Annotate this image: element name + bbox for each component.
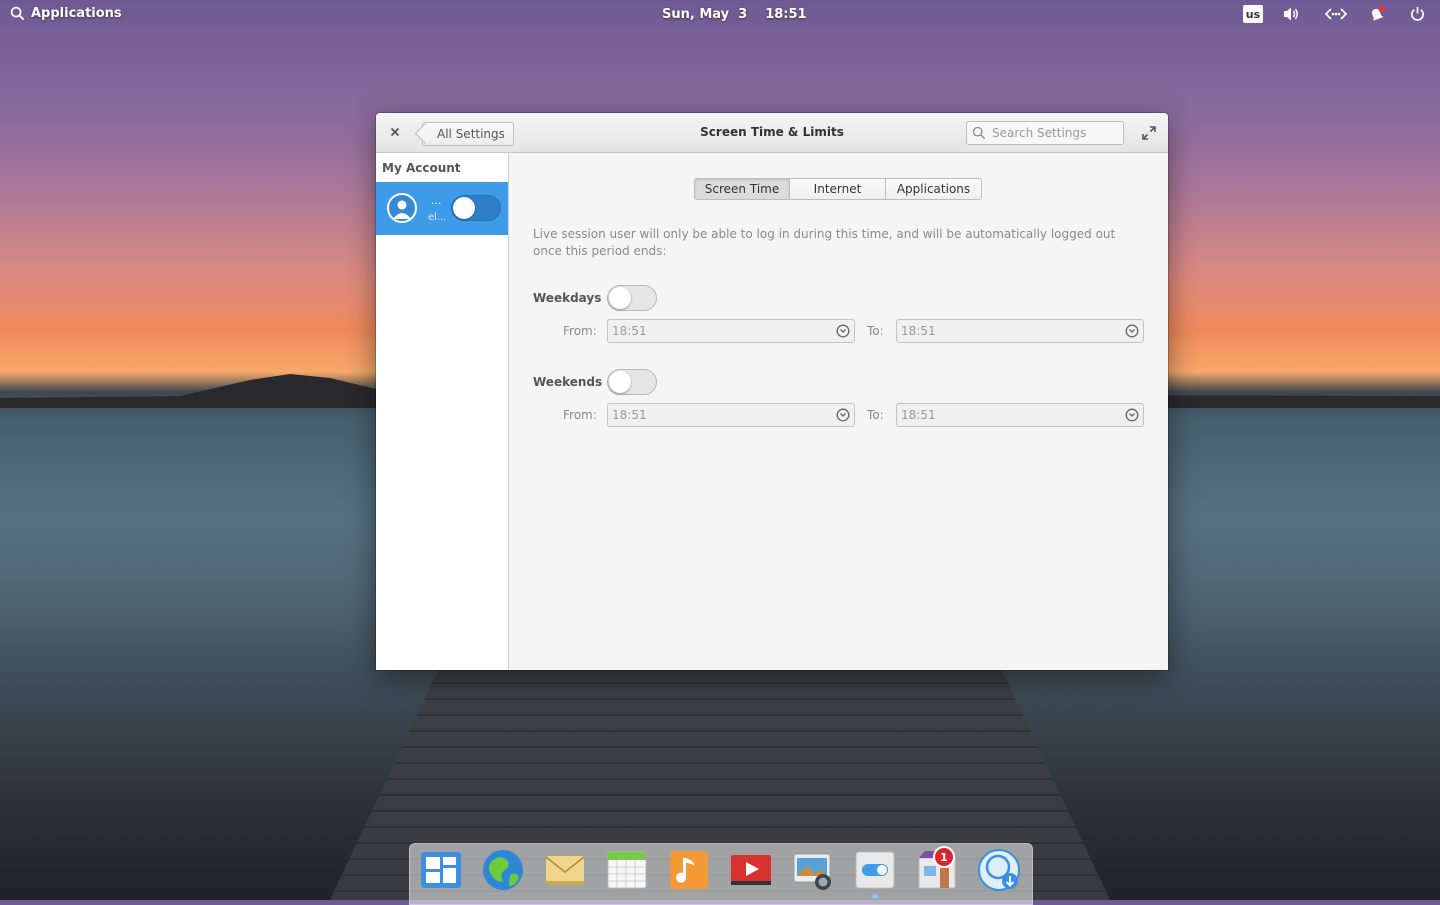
calendar-icon[interactable] [605,848,649,892]
applications-label: Applications [31,6,122,21]
videos-icon[interactable] [729,848,773,892]
software-update-icon[interactable] [977,848,1021,892]
weekdays-label: Weekdays [533,291,602,305]
power-indicator[interactable] [1410,6,1425,21]
keyboard-layout-badge: us [1243,5,1263,23]
weekdays-from-label: From: [563,324,597,338]
main-content: Screen Time Internet Applications Live s… [509,153,1168,670]
network-indicator[interactable] [1325,7,1347,21]
toggle-knob [609,287,631,309]
keyboard-indicator[interactable]: us [1243,5,1263,23]
notifications-icon [1372,5,1385,21]
user-name: ... [431,194,442,207]
sidebar: My Account ... el... [376,153,509,670]
multitasking-view-icon[interactable] [419,848,463,892]
weekdays-to-time-picker[interactable]: 18:51 [896,319,1144,343]
time-label: 18:51 [765,7,807,22]
settings-window: All Settings Screen Time & Limits My Acc… [376,113,1168,670]
clock-icon [1125,408,1139,422]
weekends-to-label: To: [867,408,884,422]
top-panel: Applications Sun, May 3 18:51 us [0,0,1440,30]
weekdays-from-value: 18:51 [612,324,647,338]
tab-internet[interactable]: Internet [790,178,886,200]
toggle-knob [609,371,631,393]
web-browser-icon[interactable] [481,848,525,892]
weekends-toggle[interactable] [607,369,657,395]
tab-bar: Screen Time Internet Applications [694,178,982,200]
maximize-icon [1142,126,1156,140]
avatar [387,193,417,223]
applications-menu[interactable]: Applications [10,6,122,21]
weekends-from-value: 18:51 [612,408,647,422]
maximize-button[interactable] [1142,125,1158,141]
weekends-from-label: From: [563,408,597,422]
notifications-indicator[interactable] [1368,5,1386,23]
power-icon [1411,6,1424,21]
user-limits-toggle[interactable] [451,195,501,221]
tab-applications[interactable]: Applications [886,178,982,200]
sound-indicator[interactable] [1282,6,1300,22]
toggle-knob [453,197,475,219]
datetime-indicator[interactable]: Sun, May 3 18:51 [662,7,807,22]
search-icon [972,126,986,140]
weekdays-to-label: To: [867,324,884,338]
schedule-description: Live session user will only be able to l… [533,227,1116,258]
search-icon [10,6,25,21]
search-input[interactable] [992,126,1117,140]
clock-icon [836,324,850,338]
mail-icon[interactable] [543,848,587,892]
volume-icon [1284,7,1298,21]
weekdays-toggle[interactable] [607,285,657,311]
tab-screen-time[interactable]: Screen Time [694,178,790,200]
running-indicator [872,894,878,898]
weekends-to-time-picker[interactable]: 18:51 [896,403,1144,427]
user-avatar-icon [393,200,411,219]
sidebar-header: My Account [382,161,461,175]
appcenter-update-badge: 1 [933,846,955,868]
weekends-label: Weekends [533,375,603,389]
clock-icon [1125,324,1139,338]
weekends-from-time-picker[interactable]: 18:51 [607,403,855,427]
user-subtitle: el... [428,212,447,223]
weekdays-to-value: 18:51 [901,324,936,338]
search-settings-field[interactable] [966,121,1124,145]
network-icon [1325,8,1347,20]
sidebar-item-user[interactable]: ... el... [376,182,508,235]
music-icon[interactable] [667,848,711,892]
date-label: Sun, May 3 [662,7,748,22]
clock-icon [836,408,850,422]
photos-icon[interactable] [791,848,835,892]
weekends-to-value: 18:51 [901,408,936,422]
system-settings-icon[interactable] [853,848,897,892]
weekdays-from-time-picker[interactable]: 18:51 [607,319,855,343]
window-titlebar: All Settings Screen Time & Limits [376,113,1168,153]
